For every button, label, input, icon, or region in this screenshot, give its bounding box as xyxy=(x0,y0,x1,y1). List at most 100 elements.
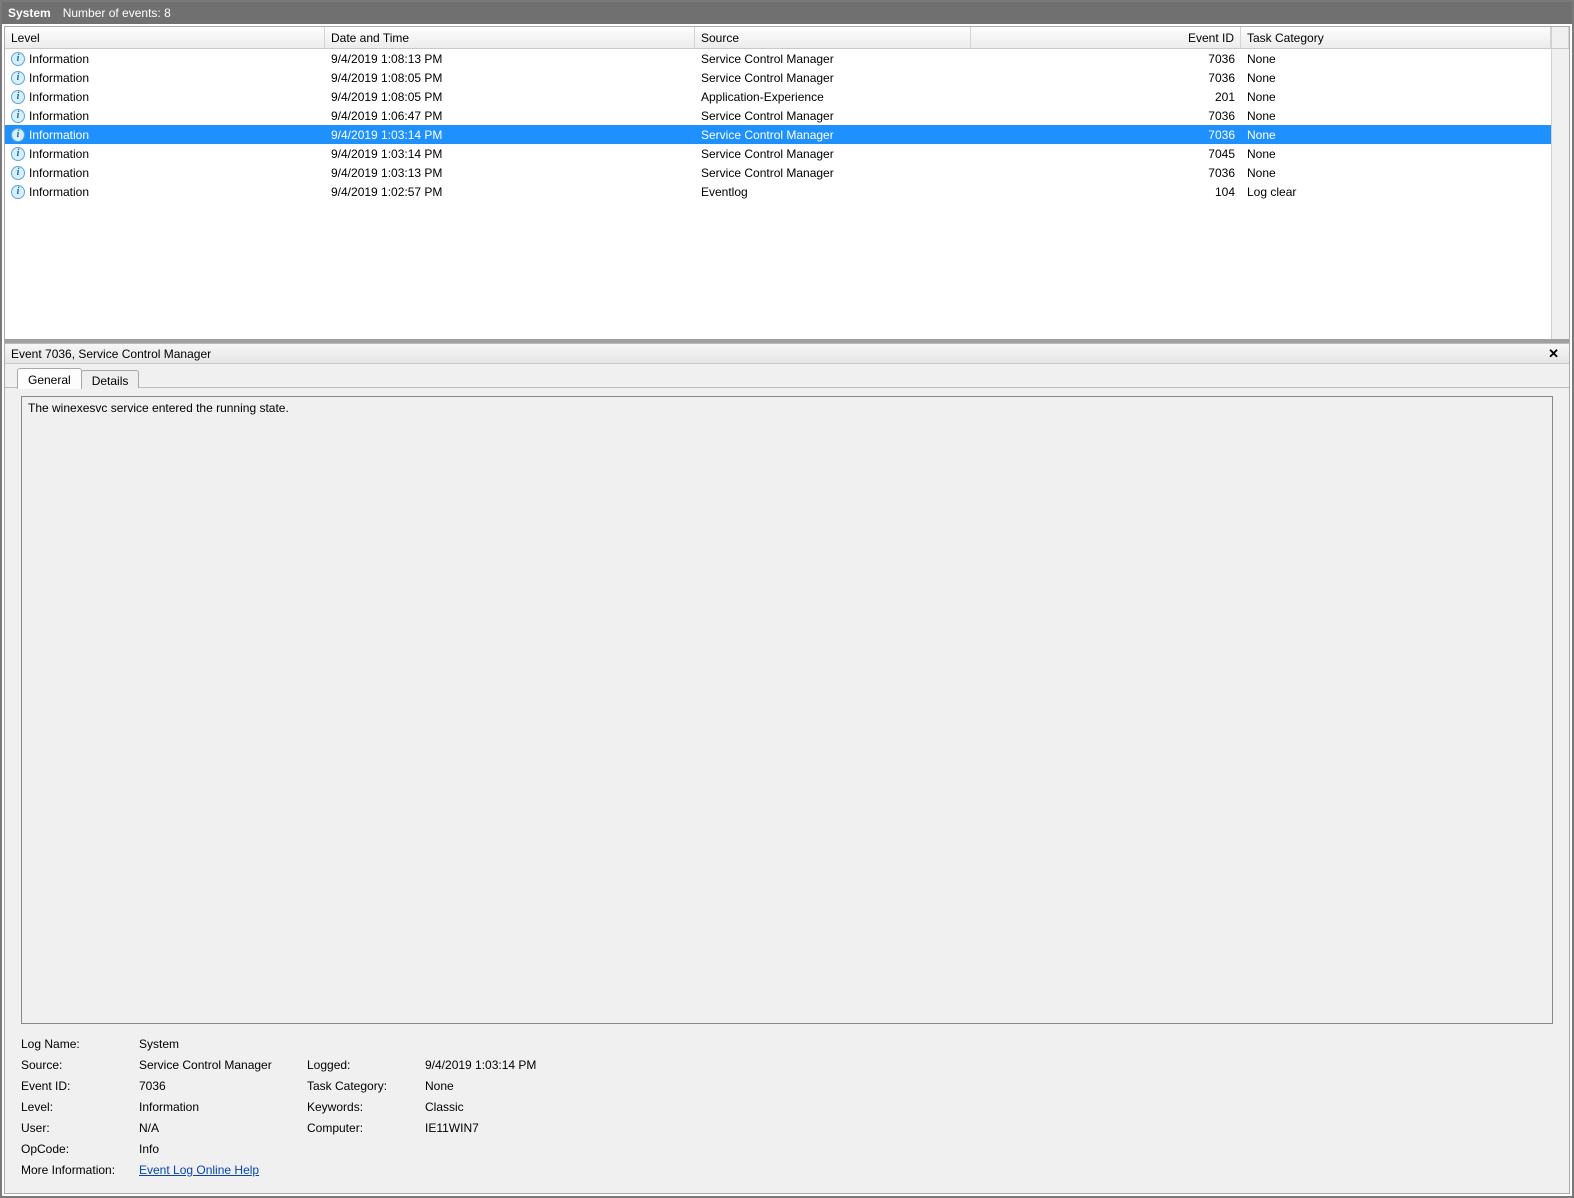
info-icon: i xyxy=(11,71,25,85)
cell-source: Service Control Manager xyxy=(695,166,971,180)
cell-event-id: 7036 xyxy=(971,109,1241,123)
cell-task: None xyxy=(1241,166,1551,180)
cell-date: 9/4/2019 1:03:14 PM xyxy=(325,147,695,161)
level-text: Information xyxy=(29,166,89,180)
meta-label-logged: Logged: xyxy=(307,1055,417,1076)
details-pane: Event 7036, Service Control Manager ✕ Ge… xyxy=(5,343,1569,1193)
tabs-row: General Details xyxy=(5,364,1569,388)
meta-value-user: N/A xyxy=(139,1118,299,1139)
meta-label-opcode: OpCode: xyxy=(21,1139,131,1160)
meta-label-source: Source: xyxy=(21,1055,131,1076)
cell-event-id: 7045 xyxy=(971,147,1241,161)
col-header-event-id[interactable]: Event ID xyxy=(971,27,1241,48)
cell-level: i Information xyxy=(5,128,325,142)
event-message[interactable]: The winexesvc service entered the runnin… xyxy=(21,396,1553,1024)
meta-value-level: Information xyxy=(139,1097,299,1118)
cell-source: Service Control Manager xyxy=(695,147,971,161)
table-row[interactable]: iInformation9/4/2019 1:03:14 PMService C… xyxy=(5,125,1551,144)
level-text: Information xyxy=(29,71,89,85)
table-row[interactable]: iInformation9/4/2019 1:03:13 PMService C… xyxy=(5,163,1551,182)
scrollbar-spacer xyxy=(1551,27,1569,48)
meta-label-moreinfo: More Information: xyxy=(21,1160,131,1181)
cell-date: 9/4/2019 1:08:05 PM xyxy=(325,71,695,85)
cell-event-id: 7036 xyxy=(971,166,1241,180)
meta-label-keywords: Keywords: xyxy=(307,1097,417,1118)
col-header-task[interactable]: Task Category xyxy=(1241,27,1551,48)
cell-source: Service Control Manager xyxy=(695,71,971,85)
cell-level: iInformation xyxy=(5,90,325,104)
cell-level: i Information xyxy=(5,52,325,66)
cell-task: Log clear xyxy=(1241,185,1551,199)
cell-level: i Information xyxy=(5,147,325,161)
info-icon: i xyxy=(11,147,25,161)
meta-value-logname: System xyxy=(139,1034,299,1055)
cell-task: None xyxy=(1241,147,1551,161)
content-frame: Level Date and Time Source Event ID Task… xyxy=(4,26,1570,1194)
event-list[interactable]: iInformation9/4/2019 1:08:13 PMService C… xyxy=(5,49,1551,339)
cell-source: Application-Experience xyxy=(695,90,971,104)
tab-details[interactable]: Details xyxy=(81,370,140,388)
table-row[interactable]: i Information 9/4/2019 1:03:14 PMService C… xyxy=(5,144,1551,163)
table-row[interactable]: i Information 9/4/2019 1:08:05 PMService C… xyxy=(5,68,1551,87)
info-icon: i xyxy=(11,185,25,199)
cell-date: 9/4/2019 1:08:05 PM xyxy=(325,90,695,104)
vertical-scrollbar[interactable] xyxy=(1551,49,1569,339)
cell-source: Service Control Manager xyxy=(695,109,971,123)
event-log-online-help-link[interactable]: Event Log Online Help xyxy=(139,1163,259,1177)
log-name-label: System xyxy=(8,6,51,20)
col-header-date[interactable]: Date and Time xyxy=(325,27,695,48)
meta-label-logname: Log Name: xyxy=(21,1034,131,1055)
meta-value-source: Service Control Manager xyxy=(139,1055,299,1076)
level-text: Information xyxy=(29,128,89,142)
table-row[interactable]: i Information 9/4/2019 1:08:13 PMService C… xyxy=(5,49,1551,68)
meta-label-user: User: xyxy=(21,1118,131,1139)
details-header: Event 7036, Service Control Manager ✕ xyxy=(5,344,1569,364)
meta-label-level: Level: xyxy=(21,1097,131,1118)
meta-value-keywords: Classic xyxy=(425,1097,1553,1118)
details-title: Event 7036, Service Control Manager xyxy=(11,347,211,361)
level-text: Information xyxy=(29,109,89,123)
column-headers[interactable]: Level Date and Time Source Event ID Task… xyxy=(5,27,1569,49)
table-row[interactable]: iInformation9/4/2019 1:02:57 PMEventlog1… xyxy=(5,182,1551,201)
info-icon: i xyxy=(11,52,25,66)
cell-event-id: 7036 xyxy=(971,128,1241,142)
info-icon: i xyxy=(11,109,25,123)
cell-date: 9/4/2019 1:02:57 PM xyxy=(325,185,695,199)
cell-task: None xyxy=(1241,71,1551,85)
cell-level: i Information xyxy=(5,71,325,85)
info-icon: i xyxy=(11,90,25,104)
event-count-label: Number of events: 8 xyxy=(63,6,171,20)
cell-source: Service Control Manager xyxy=(695,128,971,142)
cell-level: iInformation xyxy=(5,166,325,180)
meta-value-logged: 9/4/2019 1:03:14 PM xyxy=(425,1055,1553,1076)
cell-event-id: 7036 xyxy=(971,52,1241,66)
level-text: Information xyxy=(29,147,89,161)
meta-label-taskcat: Task Category: xyxy=(307,1076,417,1097)
meta-value-eventid: 7036 xyxy=(139,1076,299,1097)
cell-task: None xyxy=(1241,109,1551,123)
cell-source: Eventlog xyxy=(695,185,971,199)
col-header-source[interactable]: Source xyxy=(695,27,971,48)
event-viewer-window: System Number of events: 8 Level Date an… xyxy=(0,0,1574,1198)
cell-date: 9/4/2019 1:08:13 PM xyxy=(325,52,695,66)
cell-event-id: 201 xyxy=(971,90,1241,104)
meta-label-eventid: Event ID: xyxy=(21,1076,131,1097)
close-icon[interactable]: ✕ xyxy=(1544,346,1563,362)
table-row[interactable]: i Information 9/4/2019 1:06:47 PMService C… xyxy=(5,106,1551,125)
cell-source: Service Control Manager xyxy=(695,52,971,66)
cell-date: 9/4/2019 1:03:13 PM xyxy=(325,166,695,180)
meta-label-computer: Computer: xyxy=(307,1118,417,1139)
cell-event-id: 7036 xyxy=(971,71,1241,85)
event-metadata: Log Name: System Source: Service Control… xyxy=(21,1034,1553,1181)
table-row[interactable]: iInformation9/4/2019 1:08:05 PMApplicati… xyxy=(5,87,1551,106)
col-header-level[interactable]: Level xyxy=(5,27,325,48)
details-body: The winexesvc service entered the runnin… xyxy=(5,388,1569,1193)
cell-task: None xyxy=(1241,128,1551,142)
level-text: Information xyxy=(29,52,89,66)
cell-date: 9/4/2019 1:06:47 PM xyxy=(325,109,695,123)
top-bar: System Number of events: 8 xyxy=(2,2,1572,24)
cell-task: None xyxy=(1241,90,1551,104)
tab-general[interactable]: General xyxy=(17,368,82,389)
info-icon: i xyxy=(11,128,25,142)
meta-value-taskcat: None xyxy=(425,1076,1553,1097)
